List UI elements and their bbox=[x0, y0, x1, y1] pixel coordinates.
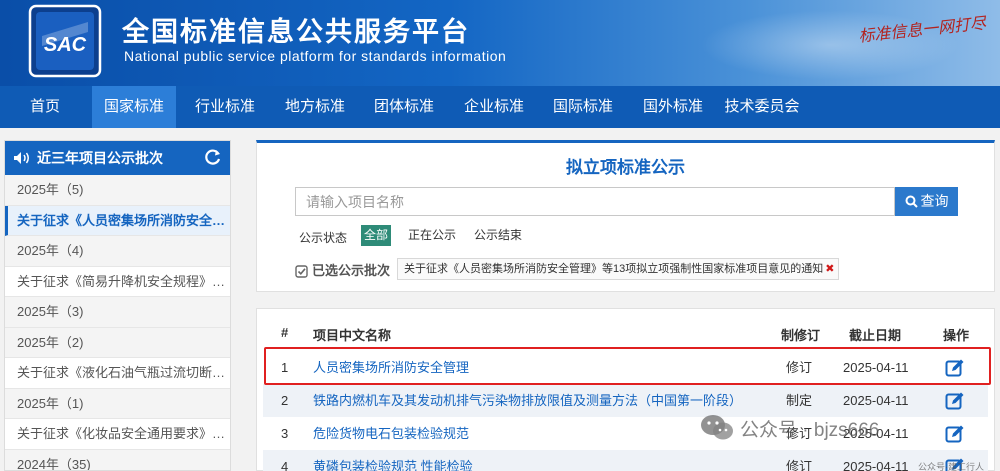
site-title: 全国标准信息公共服务平台 bbox=[122, 17, 470, 47]
nav-enterprise-standards[interactable]: 企业标准 bbox=[455, 86, 533, 128]
sidebar-year-2025-1[interactable]: 2025年（1) bbox=[5, 388, 230, 419]
search-button-label: 查询 bbox=[920, 193, 949, 209]
table-row: 1 人员密集场所消防安全管理 修订 2025-04-11 bbox=[263, 351, 988, 384]
search-panel: 拟立项标准公示 查询 公示状态 全部 正在公示 公示结束 已选公示批次 关于征求… bbox=[256, 140, 995, 292]
row-num: 1 bbox=[281, 360, 289, 375]
wechat-watermark: 公众号 · bjzs666 bbox=[700, 414, 879, 450]
site-header: SAC 全国标准信息公共服务平台 National public service… bbox=[0, 0, 1000, 86]
row-type: 修订 bbox=[786, 360, 813, 375]
sidebar-header: 近三年项目公示批次 bbox=[5, 141, 230, 175]
row-project-name[interactable]: 人员密集场所消防安全管理 bbox=[313, 351, 469, 384]
row-type: 修订 bbox=[786, 459, 813, 471]
status-all[interactable]: 全部 bbox=[361, 225, 391, 246]
col-header-num: # bbox=[281, 325, 289, 340]
watermark-secondary: 公众号·建工行人 bbox=[918, 462, 984, 471]
col-header-name: 项目中文名称 bbox=[313, 328, 392, 343]
refresh-icon[interactable] bbox=[204, 148, 222, 166]
chosen-batch-label: 已选公示批次 bbox=[295, 260, 390, 279]
nav-group-standards[interactable]: 团体标准 bbox=[365, 86, 443, 128]
sidebar-year-2025-2[interactable]: 2025年（2) bbox=[5, 327, 230, 358]
status-label: 公示状态 bbox=[299, 231, 348, 245]
batch-sidebar: 近三年项目公示批次 2025年（5) 关于征求《人员密集场所消防安全管理》等13… bbox=[4, 140, 231, 471]
edit-icon[interactable] bbox=[945, 391, 965, 411]
nav-industry-standards[interactable]: 行业标准 bbox=[186, 86, 264, 128]
sac-logo[interactable]: SAC bbox=[28, 4, 102, 78]
sidebar-notice[interactable]: 关于征求《简易升降机安全规程》等… bbox=[5, 266, 230, 297]
sidebar-year-2025-4[interactable]: 2025年（4) bbox=[5, 236, 230, 267]
sidebar-year-2025-3[interactable]: 2025年（3) bbox=[5, 297, 230, 328]
check-square-icon bbox=[295, 265, 308, 278]
nav-home[interactable]: 首页 bbox=[18, 86, 72, 128]
speaker-icon bbox=[13, 143, 31, 177]
row-project-name[interactable]: 黄磷包装检验规范 性能检验 bbox=[313, 450, 473, 471]
main-nav: 首页 国家标准 行业标准 地方标准 团体标准 企业标准 国际标准 国外标准 技术… bbox=[0, 86, 1000, 128]
project-search-input[interactable] bbox=[295, 187, 895, 216]
row-num: 2 bbox=[281, 393, 289, 408]
sidebar-notice[interactable]: 关于征求《化妆品安全通用要求》等… bbox=[5, 419, 230, 450]
sidebar-year-2024-35[interactable]: 2024年（35) bbox=[5, 449, 230, 470]
wechat-icon bbox=[701, 415, 733, 440]
logo-text: SAC bbox=[44, 34, 87, 56]
nav-technical-committees[interactable]: 技术委员会 bbox=[720, 86, 804, 128]
nav-foreign-standards[interactable]: 国外标准 bbox=[634, 86, 712, 128]
nav-national-standards[interactable]: 国家标准 bbox=[92, 86, 176, 128]
col-header-type: 制修订 bbox=[781, 328, 821, 343]
sidebar-year-2025-5[interactable]: 2025年（5) bbox=[5, 175, 230, 206]
col-header-action: 操作 bbox=[943, 328, 970, 343]
table-row: 2 铁路内燃机车及其发动机排气污染物排放限值及测量方法（中国第一阶段） 制定 2… bbox=[263, 384, 988, 417]
site-subtitle: National public service platform for sta… bbox=[124, 48, 507, 64]
row-project-name[interactable]: 铁路内燃机车及其发动机排气污染物排放限值及测量方法（中国第一阶段） bbox=[313, 384, 742, 417]
row-project-name[interactable]: 危险货物电石包装检验规范 bbox=[313, 417, 469, 450]
row-type: 制定 bbox=[786, 393, 813, 408]
row-num: 3 bbox=[281, 426, 289, 441]
nav-local-standards[interactable]: 地方标准 bbox=[276, 86, 354, 128]
chosen-batch-tag-text: 关于征求《人员密集场所消防安全管理》等13项拟立项强制性国家标准项目意见的通知 bbox=[404, 263, 824, 275]
sidebar-notice[interactable]: 关于征求《液化石油气瓶过流切断阀… bbox=[5, 358, 230, 389]
chosen-batch-text: 已选公示批次 bbox=[312, 263, 391, 278]
status-ongoing[interactable]: 正在公示 bbox=[407, 225, 457, 246]
panel-title: 拟立项标准公示 bbox=[566, 158, 685, 177]
nav-international-standards[interactable]: 国际标准 bbox=[544, 86, 622, 128]
row-deadline: 2025-04-11 bbox=[843, 459, 909, 471]
status-ended[interactable]: 公示结束 bbox=[473, 225, 523, 246]
row-deadline: 2025-04-11 bbox=[843, 393, 909, 408]
chosen-batch-tag: 关于征求《人员密集场所消防安全管理》等13项拟立项强制性国家标准项目意见的通知 ✖ bbox=[397, 258, 840, 280]
edit-icon[interactable] bbox=[945, 424, 965, 444]
row-deadline: 2025-04-11 bbox=[843, 360, 909, 375]
col-header-deadline: 截止日期 bbox=[849, 328, 902, 343]
edit-icon[interactable] bbox=[945, 358, 965, 378]
project-table: # 项目中文名称 制修订 截止日期 操作 1 人员密集场所消防安全管理 修订 2… bbox=[256, 308, 995, 471]
watermark-text: 公众号 · bjzs666 bbox=[740, 420, 880, 441]
search-button[interactable]: 查询 bbox=[895, 187, 958, 216]
search-icon bbox=[905, 195, 918, 208]
row-num: 4 bbox=[281, 459, 289, 471]
sidebar-title: 近三年项目公示批次 bbox=[37, 150, 163, 166]
sidebar-notice-selected[interactable]: 关于征求《人员密集场所消防安全管理》等13项拟立项强制性国家标准项目意见的通知 bbox=[5, 205, 230, 236]
table-row: 4 黄磷包装检验规范 性能检验 修订 2025-04-11 bbox=[263, 450, 988, 471]
close-icon[interactable]: ✖ bbox=[825, 263, 834, 275]
